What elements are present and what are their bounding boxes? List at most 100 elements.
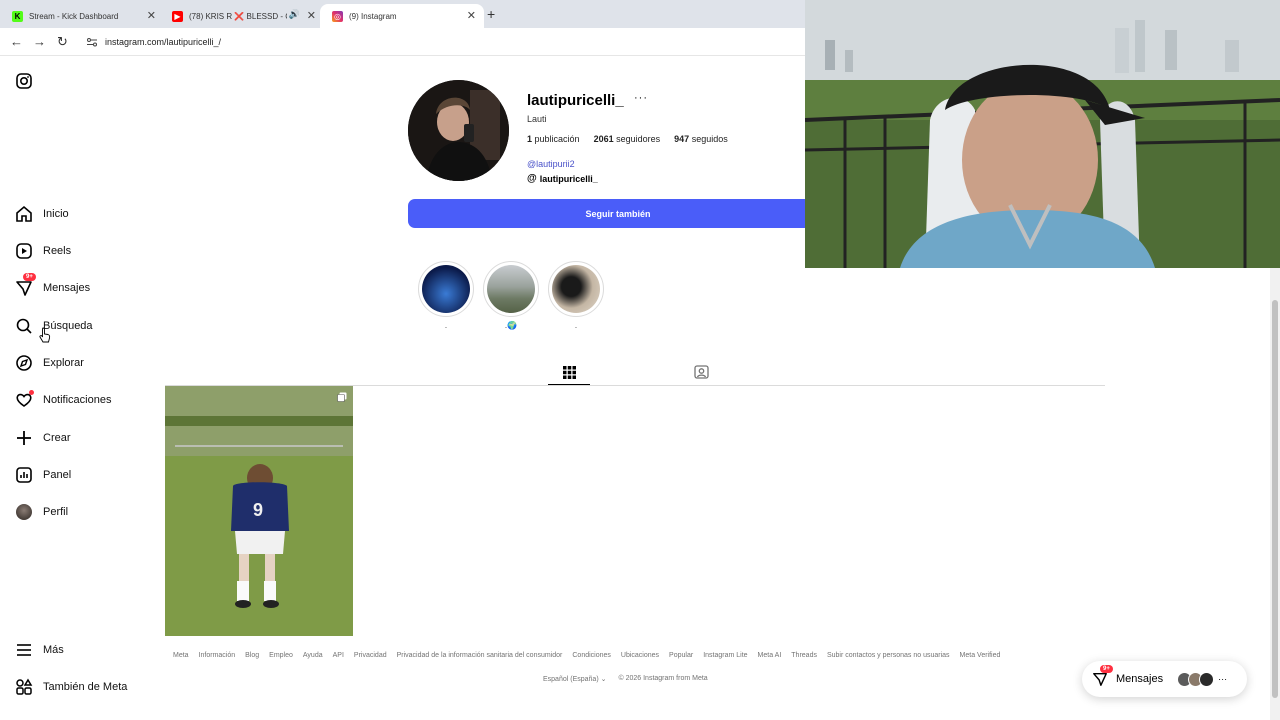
sidebar-item-crear[interactable]: Crear — [14, 426, 71, 450]
footer-link[interactable]: Subir contactos y personas no usuarias — [827, 652, 950, 659]
close-icon[interactable]: ✕ — [307, 9, 316, 22]
language-select[interactable]: Español (España) ⌄ — [543, 675, 606, 683]
footer-link[interactable]: Instagram Lite — [703, 652, 747, 659]
following-stat[interactable]: 947 seguidos — [674, 134, 728, 144]
new-tab-button[interactable]: + — [487, 6, 495, 22]
bio-link[interactable]: @lautipurii2 — [527, 159, 575, 169]
home-icon — [14, 204, 34, 224]
profile-avatar[interactable] — [408, 80, 509, 181]
more-options-icon[interactable]: ··· — [634, 92, 648, 104]
sidebar-item-label: Notificaciones — [43, 394, 112, 406]
highlight-3[interactable] — [548, 261, 604, 317]
footer-link[interactable]: Empleo — [269, 652, 293, 659]
heart-icon — [14, 390, 34, 410]
footer-link[interactable]: Meta — [173, 652, 189, 659]
highlight-label: . — [444, 321, 448, 330]
sidebar-item-mas[interactable]: Más — [14, 638, 64, 662]
sidebar-item-label: Panel — [43, 469, 72, 481]
highlight-label: . — [574, 321, 578, 330]
close-icon[interactable]: ✕ — [467, 9, 476, 22]
profile-stats: 1 publicación 2061 seguidores 947 seguid… — [527, 134, 728, 144]
chevron-down-icon: ⌄ — [600, 676, 607, 683]
sidebar-item-mensajes[interactable]: 9+ Mensajes — [14, 273, 90, 300]
sidebar-item-notificaciones[interactable]: Notificaciones — [14, 388, 111, 412]
footer-links: Meta Información Blog Empleo Ayuda API P… — [173, 652, 1000, 659]
tab-title: (78) KRIS R ❌ BLESSD - CO — [189, 11, 287, 21]
notification-badge: 9+ — [23, 273, 36, 281]
avatar — [14, 502, 34, 522]
follow-button[interactable]: Seguir también — [408, 199, 828, 228]
posts-stat: 1 publicación — [527, 134, 580, 144]
highlight-label: .🌍 — [504, 321, 518, 330]
threads-link[interactable]: @ lautipuricelli_ — [527, 173, 598, 184]
sidebar-item-busqueda[interactable]: Búsqueda — [14, 314, 93, 338]
tab-posts[interactable] — [548, 360, 590, 386]
highlight-2[interactable] — [483, 261, 539, 317]
sidebar-item-explorar[interactable]: Explorar — [14, 351, 84, 375]
copyright: © 2026 Instagram from Meta — [618, 675, 708, 682]
footer-link[interactable]: Meta Verified — [960, 652, 1001, 659]
tab-youtube[interactable]: ▶ (78) KRIS R ❌ BLESSD - CO 🔊 ✕ — [160, 4, 324, 28]
footer-link[interactable]: Blog — [245, 652, 259, 659]
speaker-icon[interactable]: 🔊 — [289, 9, 300, 20]
sidebar-item-panel[interactable]: Panel — [14, 463, 71, 487]
grid-icon — [562, 365, 576, 379]
webcam-overlay — [805, 0, 1280, 268]
sidebar-item-meta[interactable]: También de Meta — [14, 675, 127, 699]
footer-link[interactable]: Meta AI — [758, 652, 782, 659]
panel-icon — [14, 465, 34, 485]
notification-dot — [29, 390, 34, 395]
reload-icon[interactable]: ↻ — [57, 34, 68, 50]
back-icon[interactable]: ← — [10, 34, 23, 49]
messages-float-button[interactable]: 9+ Mensajes ··· — [1082, 661, 1247, 697]
explore-icon — [14, 353, 34, 373]
forward-icon[interactable]: → — [33, 34, 46, 49]
footer-link[interactable]: Información — [199, 652, 236, 659]
scrollbar-thumb[interactable] — [1272, 300, 1278, 698]
sidebar-item-label: Inicio — [43, 208, 69, 220]
tab-kick-dashboard[interactable]: K Stream - Kick Dashboard ✕ — [0, 4, 164, 28]
footer-link[interactable]: Ayuda — [303, 652, 323, 659]
hand-cursor-icon — [39, 327, 51, 343]
footer-link[interactable]: Popular — [669, 652, 693, 659]
sidebar-item-label: Perfil — [43, 506, 69, 518]
post-thumbnail[interactable]: 9 — [165, 386, 353, 636]
close-icon[interactable]: ✕ — [147, 9, 156, 22]
recent-contacts — [1177, 671, 1215, 687]
sidebar-item-inicio[interactable]: Inicio — [14, 202, 69, 226]
footer-link[interactable]: API — [333, 652, 344, 659]
highlight-1[interactable] — [418, 261, 474, 317]
profile-username: lautipuricelli_ — [527, 92, 624, 109]
apps-icon — [14, 677, 34, 697]
plus-icon — [14, 428, 34, 448]
youtube-icon: ▶ — [172, 10, 183, 22]
site-settings-icon[interactable] — [86, 36, 98, 48]
messages-icon: 9+ — [1092, 665, 1113, 687]
tab-instagram[interactable]: ◎ (9) Instagram ✕ — [320, 4, 484, 28]
url-field[interactable]: instagram.com/lautipuricelli_/ — [105, 37, 221, 47]
tab-title: (9) Instagram — [349, 11, 397, 21]
svg-text:9: 9 — [253, 500, 263, 520]
sidebar-item-reels[interactable]: Reels — [14, 239, 71, 263]
followers-stat[interactable]: 2061 seguidores — [594, 134, 661, 144]
profile-fullname: Lauti — [527, 114, 547, 124]
footer-bottom: Español (España) ⌄ © 2026 Instagram from… — [543, 675, 708, 683]
more-icon: ··· — [1218, 674, 1228, 684]
notification-badge: 9+ — [1100, 665, 1113, 673]
reels-icon — [14, 241, 34, 261]
search-icon — [14, 316, 34, 336]
footer-link[interactable]: Condiciones — [572, 652, 611, 659]
instagram-icon: ◎ — [332, 10, 343, 22]
footer-link[interactable]: Privacidad — [354, 652, 387, 659]
instagram-logo-icon[interactable] — [16, 73, 32, 89]
footer-link[interactable]: Threads — [791, 652, 817, 659]
kick-icon: K — [12, 10, 23, 22]
sidebar-item-label: Reels — [43, 245, 72, 257]
footer-link[interactable]: Privacidad de la información sanitaria d… — [397, 652, 563, 659]
footer-link[interactable]: Ubicaciones — [621, 652, 659, 659]
sidebar-item-perfil[interactable]: Perfil — [14, 500, 68, 524]
sidebar-item-label: Crear — [43, 432, 71, 444]
menu-icon — [14, 640, 34, 660]
tab-tagged[interactable] — [690, 360, 712, 382]
messages-icon: 9+ — [14, 273, 36, 298]
